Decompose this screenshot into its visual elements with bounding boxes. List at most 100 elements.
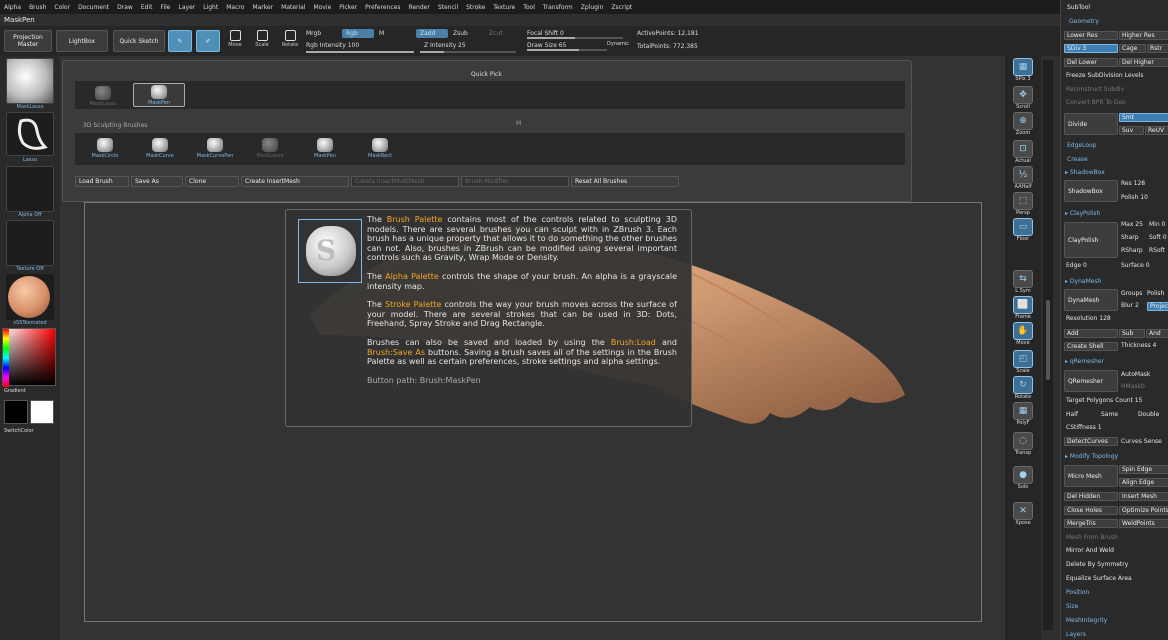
- zadd-toggle[interactable]: Zadd: [416, 29, 448, 38]
- menu-preferences[interactable]: Preferences: [365, 4, 400, 11]
- claypolish-button[interactable]: ClayPolish: [1064, 222, 1118, 258]
- suv-toggle[interactable]: Suv: [1119, 126, 1144, 135]
- scale-mode-button[interactable]: Scale: [252, 30, 272, 52]
- shadowbox-button[interactable]: ShadowBox: [1064, 180, 1118, 202]
- move-mode-button[interactable]: Move: [225, 30, 245, 52]
- menu-file[interactable]: File: [160, 4, 170, 11]
- rgb-intensity-track[interactable]: [306, 51, 414, 53]
- brush-maskcurve[interactable]: MaskCurve: [134, 135, 186, 159]
- del-higher-button[interactable]: Del Higher: [1119, 58, 1168, 67]
- z-intensity-slider[interactable]: Z Intensity 25: [424, 42, 466, 49]
- spin-edge-button[interactable]: Spin Edge: [1119, 465, 1168, 474]
- freeze-subdivision-button[interactable]: Freeze SubDivision Levels: [1066, 72, 1144, 79]
- menu-stroke[interactable]: Stroke: [466, 4, 485, 11]
- frame-button[interactable]: ⬜ Frame: [1009, 296, 1037, 320]
- geometry-header[interactable]: Geometry: [1069, 18, 1099, 25]
- solo-button[interactable]: ● Solo: [1009, 466, 1037, 490]
- max-slider[interactable]: Max 25: [1121, 221, 1143, 228]
- qremesher-button[interactable]: QRemesher: [1064, 370, 1118, 392]
- menu-document[interactable]: Document: [78, 4, 109, 11]
- actual-button[interactable]: ⊡ Actual: [1009, 140, 1037, 164]
- groups-toggle[interactable]: Groups: [1121, 290, 1142, 297]
- clone-button[interactable]: Clone: [185, 176, 239, 187]
- thickness-slider[interactable]: Thickness 4: [1121, 342, 1156, 349]
- insert-mesh-button[interactable]: Insert Mesh: [1119, 492, 1168, 501]
- reuv-toggle[interactable]: ReUV: [1145, 126, 1168, 135]
- zsub-toggle[interactable]: Zsub: [453, 30, 468, 37]
- sdiv-slider[interactable]: SDiv 3: [1064, 44, 1118, 53]
- quick-sketch-button[interactable]: Quick Sketch: [113, 30, 165, 52]
- subtool-title[interactable]: SubTool: [1067, 4, 1090, 11]
- brush-maskcurvepen[interactable]: MaskCurvePen: [189, 135, 241, 159]
- soft-slider[interactable]: Soft 0: [1149, 234, 1167, 241]
- dynamesh-button[interactable]: DynaMesh: [1064, 289, 1118, 311]
- lower-res-button[interactable]: Lower Res: [1064, 31, 1118, 40]
- menu-zscript[interactable]: Zscript: [611, 4, 632, 11]
- menu-material[interactable]: Material: [281, 4, 305, 11]
- crease-header[interactable]: Crease: [1067, 156, 1088, 163]
- mesh-from-brush-button[interactable]: Mesh From Brush: [1066, 534, 1118, 541]
- edgeloop-header[interactable]: EdgeLoop: [1067, 142, 1097, 149]
- shadowbox-header[interactable]: ▸ ShadowBox: [1065, 169, 1105, 176]
- micro-mesh-button[interactable]: Micro Mesh: [1064, 465, 1118, 487]
- automask-toggle[interactable]: AutoMask: [1121, 371, 1150, 378]
- palette-scrollbar[interactable]: [1043, 60, 1053, 630]
- transp-button[interactable]: ◌ Transp: [1009, 432, 1037, 456]
- del-hidden-button[interactable]: Del Hidden: [1064, 492, 1118, 501]
- menu-zplugin[interactable]: Zplugin: [581, 4, 604, 11]
- aahalf-button[interactable]: ½ AAHalf: [1009, 166, 1037, 190]
- halfmask-toggle[interactable]: HMaskb: [1121, 383, 1145, 390]
- divide-button[interactable]: Divide: [1064, 113, 1118, 135]
- position-header[interactable]: Position: [1066, 589, 1089, 596]
- dynamic-toggle[interactable]: Dynamic: [607, 41, 629, 47]
- cstiffness-slider[interactable]: CStiffness 1: [1066, 424, 1102, 431]
- brush-maskrect[interactable]: MaskRect: [354, 135, 406, 159]
- color-picker[interactable]: [2, 328, 56, 387]
- edit-mode-button[interactable]: ✎: [168, 30, 192, 52]
- add-button[interactable]: Add: [1064, 329, 1118, 338]
- align-edge-button[interactable]: Align Edge: [1119, 478, 1168, 487]
- quick-slot-masklasso[interactable]: MaskLasso: [77, 83, 129, 107]
- blur-slider[interactable]: Blur 2: [1121, 302, 1139, 309]
- menu-movie[interactable]: Movie: [314, 4, 332, 11]
- draw-size-track[interactable]: [527, 49, 607, 51]
- persp-button[interactable]: ⬚ Persp: [1009, 192, 1037, 216]
- focal-shift-slider[interactable]: Focal Shift 0: [527, 30, 564, 37]
- rstr-button[interactable]: Rstr: [1147, 44, 1168, 53]
- menu-brush[interactable]: Brush: [29, 4, 46, 11]
- polyf-button[interactable]: ▦ PolyF: [1009, 402, 1037, 426]
- hue-strip[interactable]: [3, 329, 9, 387]
- sub-button[interactable]: Sub: [1119, 329, 1145, 338]
- menu-tool[interactable]: Tool: [523, 4, 535, 11]
- claypolish-header[interactable]: ▸ ClayPolish: [1065, 210, 1100, 217]
- min-slider[interactable]: Min 0: [1149, 221, 1165, 228]
- scrollbar-thumb[interactable]: [1046, 300, 1050, 380]
- rsoft-slider[interactable]: RSoft: [1149, 247, 1165, 254]
- polish-toggle[interactable]: Polish: [1147, 290, 1164, 297]
- menu-stencil[interactable]: Stencil: [438, 4, 458, 11]
- l-sym-button[interactable]: ⇆ L.Sym: [1009, 270, 1037, 294]
- draw-mode-button[interactable]: ✐: [196, 30, 220, 52]
- close-holes-button[interactable]: Close Holes: [1064, 506, 1118, 515]
- higher-res-button[interactable]: Higher Res: [1119, 31, 1168, 40]
- menu-alpha[interactable]: Alpha: [4, 4, 21, 11]
- switchcolor-button[interactable]: SwitchColor: [4, 428, 64, 434]
- merge-tris-button[interactable]: MergeTris: [1064, 519, 1118, 528]
- menu-edit[interactable]: Edit: [141, 4, 153, 11]
- half-button[interactable]: Half: [1066, 411, 1078, 418]
- create-shell-button[interactable]: Create Shell: [1064, 342, 1118, 351]
- brush-modifier-slider[interactable]: Brush Modifier: [461, 176, 569, 187]
- menu-macro[interactable]: Macro: [226, 4, 244, 11]
- optimize-points-button[interactable]: Optimize Points: [1119, 506, 1168, 515]
- target-polygons-slider[interactable]: Target Polygons Count 15: [1066, 397, 1142, 404]
- menu-texture[interactable]: Texture: [493, 4, 515, 11]
- project-toggle[interactable]: Project: [1147, 302, 1168, 311]
- rsharp-slider[interactable]: RSharp: [1121, 247, 1143, 254]
- draw-size-slider[interactable]: Draw Size 65: [527, 42, 566, 49]
- create-insertmesh-button[interactable]: Create InsertMesh: [241, 176, 349, 187]
- meshintegrity-header[interactable]: MeshIntegrity: [1066, 617, 1107, 624]
- cage-button[interactable]: Cage: [1119, 44, 1146, 53]
- surface-slider[interactable]: Surface 0: [1121, 262, 1150, 269]
- menu-render[interactable]: Render: [408, 4, 429, 11]
- focal-shift-track[interactable]: [527, 37, 623, 39]
